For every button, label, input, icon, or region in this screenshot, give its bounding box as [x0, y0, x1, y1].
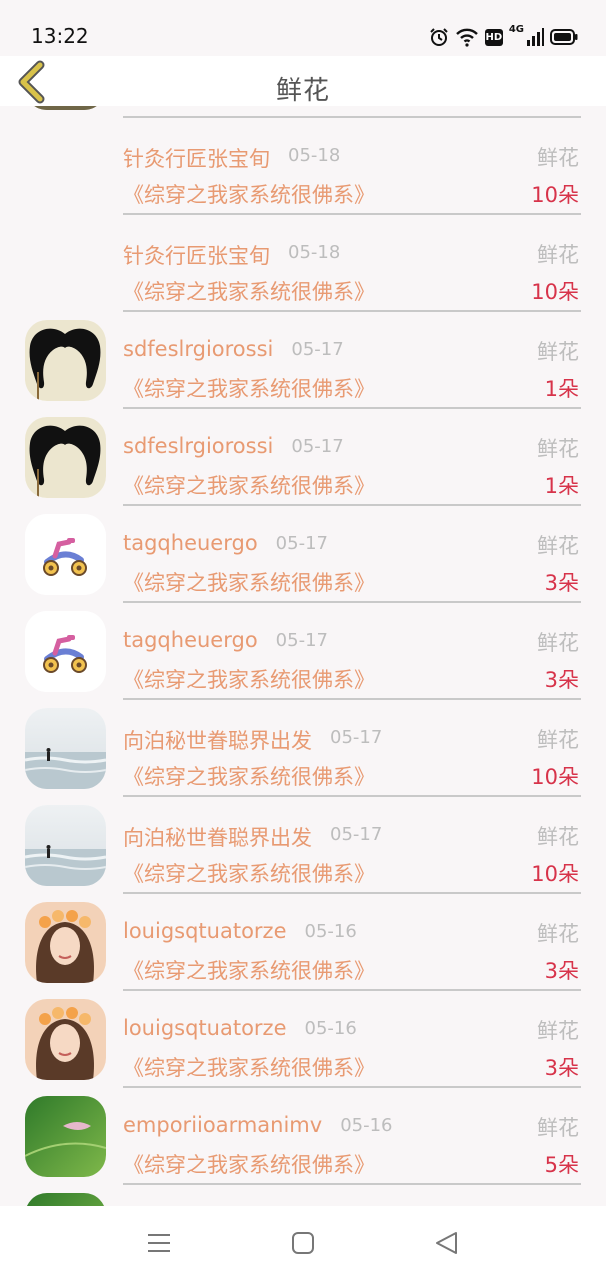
avatar[interactable] [25, 417, 106, 498]
gift-type-label: 鲜花 [537, 340, 579, 364]
home-button[interactable] [291, 1231, 317, 1255]
username[interactable]: sdfeslrgiorossi [123, 337, 273, 361]
username[interactable]: 向泊秘世眷聪界出发 [123, 725, 312, 755]
gift-amount: 10朵 [531, 183, 579, 207]
gift-amount: 3朵 [544, 1056, 579, 1080]
username[interactable]: louigsqtuatorze [123, 1016, 287, 1040]
gift-type-label: 鲜花 [537, 146, 579, 170]
list-item[interactable]: sdfeslrgiorossi 05-17 鲜花《综穿之我家系统很佛系》 1朵 [0, 409, 606, 506]
back-icon [436, 1232, 457, 1254]
book-title[interactable]: 《综穿之我家系统很佛系》 [123, 1149, 375, 1179]
gift-type-label: 鲜花 [537, 1019, 579, 1043]
wifi-icon [455, 27, 479, 47]
system-nav-bar [0, 1206, 606, 1280]
avatar[interactable] [25, 902, 106, 983]
gift-type-label: 鲜花 [537, 631, 579, 655]
avatar[interactable] [25, 1096, 106, 1177]
book-title[interactable]: 《综穿之我家系统很佛系》 [123, 955, 375, 985]
gift-type-label: 鲜花 [537, 728, 579, 752]
gift-amount: 3朵 [544, 668, 579, 692]
book-title[interactable]: 《综穿之我家系统很佛系》 [123, 470, 375, 500]
list-item[interactable]: tagqheuergo 05-17 鲜花《综穿之我家系统很佛系》 3朵 [0, 603, 606, 700]
avatar[interactable] [25, 999, 106, 1080]
avatar[interactable] [25, 320, 106, 401]
book-title[interactable]: 《综穿之我家系统很佛系》 [123, 276, 375, 306]
book-title[interactable]: 《综穿之我家系统很佛系》 [123, 664, 375, 694]
avatar[interactable] [25, 611, 106, 692]
gift-type-label: 鲜花 [537, 825, 579, 849]
list-item[interactable]: tagqheuergo 05-17 鲜花《综穿之我家系统很佛系》 3朵 [0, 506, 606, 603]
gift-type-label: 鲜花 [537, 437, 579, 461]
book-title[interactable]: 《综穿之我家系统很佛系》 [123, 179, 375, 209]
record-date: 05-17 [291, 339, 344, 360]
avatar[interactable] [25, 514, 106, 595]
avatar[interactable] [25, 106, 106, 110]
gift-type-label: 鲜花 [537, 922, 579, 946]
list-item[interactable]: louigsqtuatorze 05-16 鲜花《综穿之我家系统很佛系》 3朵 [0, 991, 606, 1088]
record-date: 05-18 [288, 145, 341, 166]
list-item[interactable]: 针灸行匠张宝旬 05-18 鲜花《综穿之我家系统很佛系》 10朵 [0, 118, 606, 215]
username[interactable]: louigsqtuatorze [123, 919, 287, 943]
book-title[interactable]: 《综穿之我家系统很佛系》 [123, 858, 375, 888]
list-item[interactable] [0, 106, 606, 118]
avatar[interactable] [25, 1193, 106, 1206]
list-item[interactable]: 向泊秘世眷聪界出发 05-17 鲜花《综穿之我家系统很佛系》 10朵 [0, 700, 606, 797]
record-date: 05-16 [304, 921, 357, 942]
status-time: 13:22 [31, 24, 89, 48]
book-title[interactable]: 《综穿之我家系统很佛系》 [123, 1052, 375, 1082]
username[interactable]: tagqheuergo [123, 628, 258, 652]
hd-badge: HD [484, 28, 503, 46]
username[interactable]: emporiioarmanimv [123, 1113, 322, 1137]
list-item[interactable]: emporiioarmanimv 05-16 鲜花《综穿之我家系统很佛系》 5朵 [0, 1088, 606, 1185]
book-title[interactable]: 《综穿之我家系统很佛系》 [123, 373, 375, 403]
avatar[interactable] [25, 805, 106, 886]
gift-amount: 1朵 [544, 474, 579, 498]
record-date: 05-17 [330, 824, 383, 845]
book-title[interactable]: 《综穿之我家系统很佛系》 [123, 567, 375, 597]
gift-record-list[interactable]: 针灸行匠张宝旬 05-18 鲜花 《综穿之我家系统很佛系》 10朵 针灸行匠张宝旬 05-1… [0, 106, 606, 1206]
menu-button[interactable] [146, 1231, 172, 1255]
record-date: 05-17 [275, 533, 328, 554]
record-date: 05-17 [291, 436, 344, 457]
battery-icon [550, 28, 578, 46]
username[interactable]: sdfeslrgiorossi [123, 434, 273, 458]
list-item[interactable]: 向泊秘世眷聪界出发 05-17 鲜花《综穿之我家系统很佛系》 10朵 [0, 797, 606, 894]
status-icons: HD 4G [429, 24, 578, 50]
alarm-icon [429, 27, 449, 47]
header-bar: 鲜花 [0, 56, 606, 106]
gift-amount: 3朵 [544, 959, 579, 983]
page-title: 鲜花 [275, 76, 330, 106]
gift-type-label: 鲜花 [537, 243, 579, 267]
record-date: 05-16 [304, 1018, 357, 1039]
avatar[interactable] [25, 708, 106, 789]
list-item[interactable]: louigsqtuatorze 05-16 鲜花《综穿之我家系统很佛系》 3朵 [0, 894, 606, 991]
gift-type-label: 鲜花 [537, 1116, 579, 1140]
username[interactable]: 向泊秘世眷聪界出发 [123, 822, 312, 852]
username[interactable]: tagqheuergo [123, 531, 258, 555]
list-item[interactable]: sdfeslrgiorossi 05-17 鲜花《综穿之我家系统很佛系》 1朵 [0, 312, 606, 409]
status-bar: 13:22 HD 4G [0, 0, 606, 56]
list-item[interactable] [0, 1185, 606, 1206]
home-icon [292, 1232, 314, 1254]
username[interactable]: 针灸行匠张宝旬 [123, 143, 270, 173]
gift-amount: 10朵 [531, 862, 579, 886]
signal-icon [526, 28, 544, 46]
record-date: 05-18 [288, 242, 341, 263]
record-date: 05-17 [330, 727, 383, 748]
username[interactable]: 针灸行匠张宝旬 [123, 240, 270, 270]
record-date: 05-16 [340, 1115, 393, 1136]
gift-amount: 10朵 [531, 280, 579, 304]
gift-amount: 5朵 [544, 1153, 579, 1177]
record-date: 05-17 [275, 630, 328, 651]
gift-amount: 3朵 [544, 571, 579, 595]
gift-amount: 1朵 [544, 377, 579, 401]
network-type-label: 4G [508, 24, 524, 35]
gift-amount: 10朵 [531, 765, 579, 789]
menu-icon [148, 1234, 170, 1252]
book-title[interactable]: 《综穿之我家系统很佛系》 [123, 761, 375, 791]
system-back-button[interactable] [434, 1231, 460, 1255]
list-item[interactable]: 针灸行匠张宝旬 05-18 鲜花《综穿之我家系统很佛系》 10朵 [0, 215, 606, 312]
gift-type-label: 鲜花 [537, 534, 579, 558]
